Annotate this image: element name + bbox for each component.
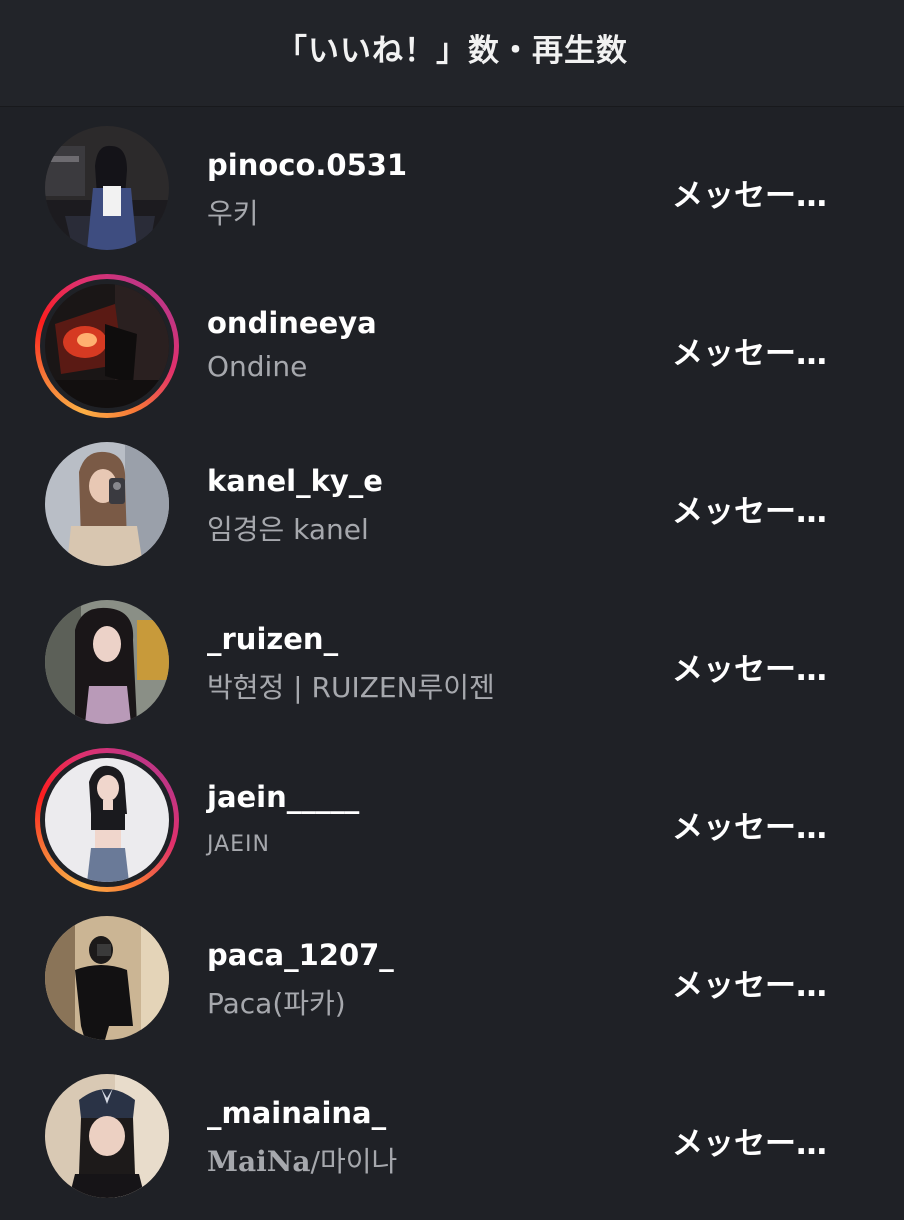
full-name: Ondine [207,350,308,383]
username[interactable]: jaein_____ [207,780,359,814]
avatar-photo [45,1074,169,1198]
username[interactable]: kanel_ky_e [207,464,383,498]
full-name: 박현정 | RUIZEN루이젠 [207,671,495,704]
avatar[interactable] [45,916,169,1040]
header: 「いいね！」数・再生数 [0,0,904,107]
user-row[interactable]: pinoco.0531 우키 メッセー… [0,114,904,272]
message-button[interactable]: メッセー… [672,1118,827,1163]
avatar[interactable] [45,126,169,250]
full-name: 우키 [207,197,259,230]
message-button[interactable]: メッセー… [672,960,827,1005]
username[interactable]: ondineeya [207,306,377,340]
avatar-story-ring[interactable] [35,748,179,892]
user-row[interactable]: jaein_____ JAEIN メッセー… [0,746,904,904]
full-name: 임경은 kanel [207,513,369,546]
username[interactable]: paca_1207_ [207,938,394,972]
avatar-photo [45,916,169,1040]
full-name-stylized: MaiNa [207,1145,311,1178]
message-button[interactable]: メッセー… [672,486,827,531]
avatar[interactable] [45,1074,169,1198]
user-row[interactable]: paca_1207_ Paca(파카) メッセー… [0,904,904,1062]
avatar-story-ring[interactable] [35,274,179,418]
full-name: MaiNa/마이나 [207,1140,397,1180]
avatar-photo [45,126,169,250]
message-button[interactable]: メッセー… [672,170,827,215]
message-button[interactable]: メッセー… [672,802,827,847]
avatar-photo [45,284,169,408]
full-name: JAEIN [207,832,270,857]
user-row[interactable]: _mainaina_ MaiNa/마이나 メッセー… [0,1062,904,1220]
avatar-photo [45,442,169,566]
user-row[interactable]: ondineeya Ondine メッセー… [0,272,904,430]
user-row[interactable]: kanel_ky_e 임경은 kanel メッセー… [0,430,904,588]
avatar[interactable] [45,600,169,724]
page-title: 「いいね！」数・再生数 [276,32,628,69]
full-name: Paca(파카) [207,987,346,1020]
avatar[interactable] [45,442,169,566]
avatar-photo [45,758,169,882]
username[interactable]: _ruizen_ [207,622,338,656]
user-row[interactable]: _ruizen_ 박현정 | RUIZEN루이젠 メッセー… [0,588,904,746]
message-button[interactable]: メッセー… [672,644,827,689]
avatar-photo [45,600,169,724]
full-name-rest: /마이나 [310,1145,398,1178]
message-button[interactable]: メッセー… [672,328,827,373]
username[interactable]: _mainaina_ [207,1096,386,1130]
username[interactable]: pinoco.0531 [207,148,407,182]
